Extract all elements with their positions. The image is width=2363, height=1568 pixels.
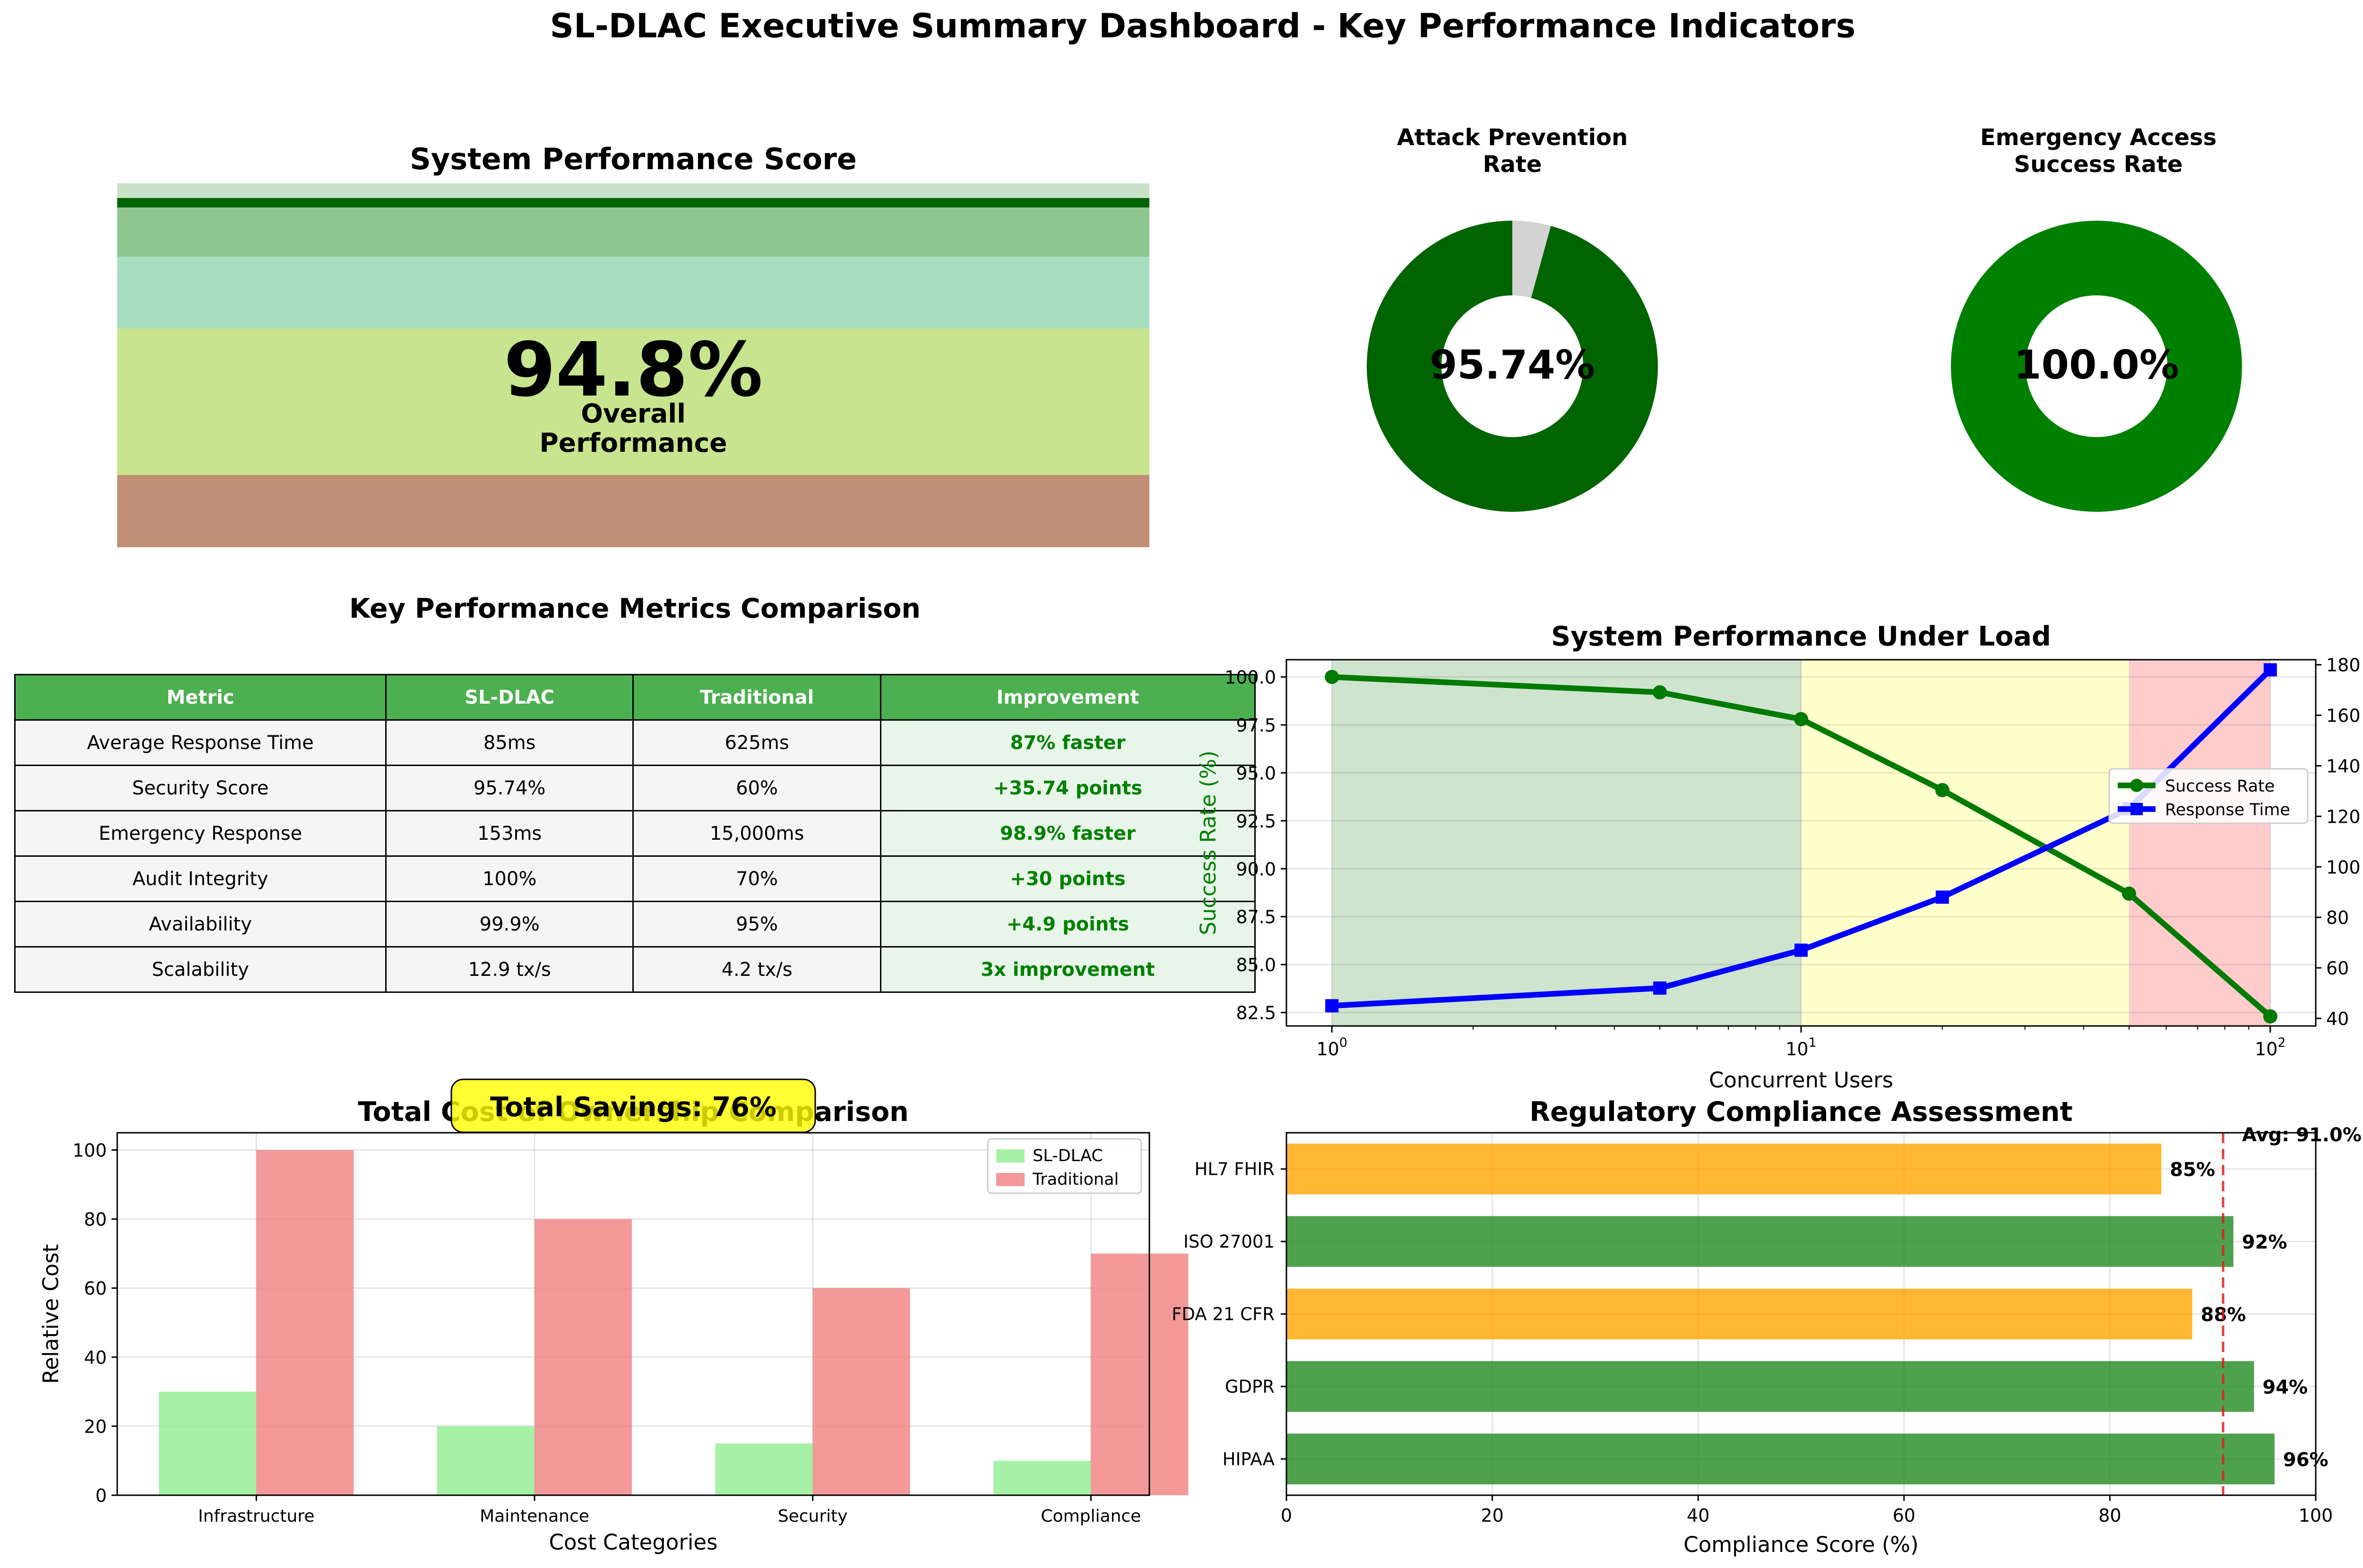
compliance-ytick-label: HIPAA [1223,1449,1275,1469]
compliance-xlabel: Compliance Score (%) [1683,1532,1918,1557]
compliance-ytick-label: FDA 21 CFR [1172,1304,1275,1325]
compliance-bar [1286,1288,2192,1340]
compliance-value-label: 94% [2262,1377,2308,1398]
compliance-bar [1286,1144,2162,1195]
compliance-bar [1286,1361,2254,1412]
compliance-ytick-label: ISO 27001 [1183,1232,1275,1252]
compliance-xtick-label: 80 [2098,1505,2121,1526]
compliance-chart: Regulatory Compliance Assessment 0 20 40 60 8… [1172,1096,2362,1557]
compliance-value-label: 85% [2170,1159,2215,1181]
compliance-value-label: 96% [2283,1449,2329,1471]
compliance-xtick-label: 40 [1687,1505,1709,1526]
compliance-bar [1286,1216,2234,1267]
compliance-ytick-label: GDPR [1225,1377,1275,1397]
compliance-xtick-label: 60 [1893,1505,1915,1526]
compliance-xtick-label: 0 [1281,1505,1292,1526]
compliance-value-label: 92% [2242,1232,2287,1253]
compliance-xtick-label: 100 [2299,1505,2333,1526]
compliance-average-label: Avg: 91.0% [2242,1124,2362,1146]
compliance-bar [1286,1433,2275,1484]
compliance-chart-title: Regulatory Compliance Assessment [1529,1096,2072,1128]
compliance-ytick-label: HL7 FHIR [1195,1159,1275,1180]
compliance-xtick-label: 20 [1481,1505,1503,1526]
